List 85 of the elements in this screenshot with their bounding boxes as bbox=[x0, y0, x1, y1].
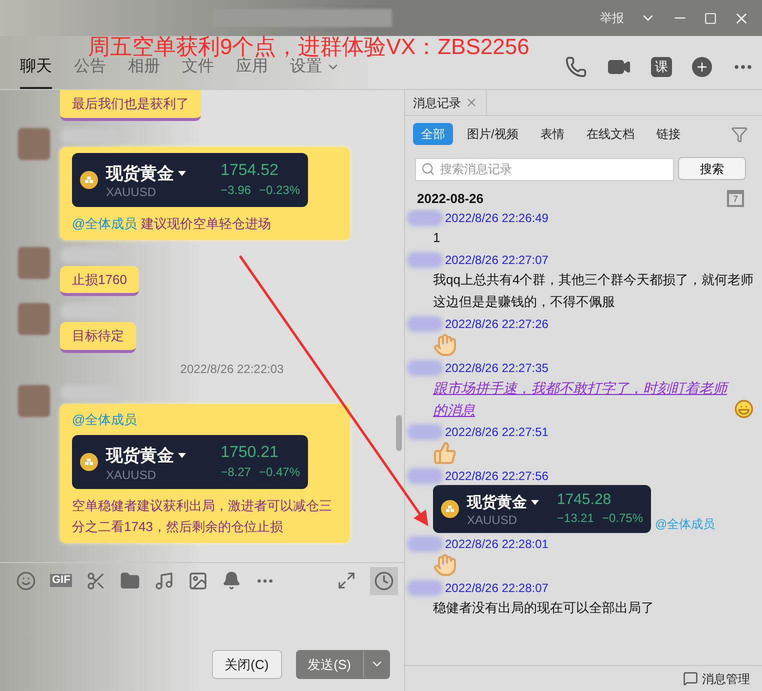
hand-sticker-icon bbox=[433, 553, 457, 578]
caret-icon bbox=[178, 170, 186, 176]
bell-icon[interactable] bbox=[222, 571, 242, 590]
record-time: 2022/8/26 22:27:07 bbox=[445, 252, 548, 268]
date-heading: 2022-08-26 bbox=[417, 190, 484, 208]
search-button[interactable]: 搜索 bbox=[678, 157, 746, 180]
close-icon[interactable] bbox=[465, 96, 478, 109]
percent-change: −0.47% bbox=[258, 464, 300, 481]
message-text: 空单稳健者建议获利出局，激进者可以减仓三分之二看1743，然后剩余的仓位止损 bbox=[72, 498, 332, 534]
add-icon[interactable] bbox=[692, 57, 712, 77]
message-bubble: 最后我们也是获利了 bbox=[60, 90, 201, 120]
asset-name: 现货黄金 bbox=[106, 162, 174, 185]
blurred-name bbox=[407, 316, 443, 332]
blurred-name bbox=[407, 210, 443, 226]
message-text: 建议现价空单轻仓进场 bbox=[141, 216, 272, 230]
message-bubble: 止损1760 bbox=[60, 266, 139, 296]
message-bubble: 目标待定 bbox=[60, 322, 136, 352]
close-button[interactable]: 关闭(C) bbox=[212, 650, 282, 679]
search-field[interactable]: 搜索消息记录 bbox=[415, 158, 674, 180]
report-link[interactable]: 举报 bbox=[600, 9, 624, 27]
filter-tab[interactable]: 全部 bbox=[413, 123, 453, 145]
record-time: 2022/8/26 22:26:49 bbox=[445, 210, 548, 226]
message-manage-link[interactable]: 消息管理 bbox=[702, 670, 750, 688]
music-note-icon[interactable] bbox=[154, 570, 174, 590]
course-button[interactable]: 课 bbox=[651, 57, 672, 77]
asset-price: 1745.28 bbox=[556, 490, 612, 510]
emoji-icon[interactable] bbox=[16, 570, 36, 590]
price-change: −8.27 bbox=[220, 464, 251, 481]
coin-icon bbox=[80, 170, 98, 188]
blurred-name bbox=[407, 580, 443, 596]
percent-change: −0.23% bbox=[258, 182, 300, 198]
filter-tab[interactable]: 图片/视频 bbox=[459, 123, 526, 145]
mention-link[interactable]: @全体成员 bbox=[72, 410, 338, 429]
filter-tab[interactable]: 表情 bbox=[532, 123, 572, 145]
record-time: 2022/8/26 22:27:26 bbox=[445, 316, 548, 332]
blurred-name bbox=[407, 424, 443, 440]
blurred-name bbox=[407, 468, 443, 484]
blurred-name bbox=[407, 252, 443, 268]
history-button[interactable] bbox=[370, 566, 398, 594]
hand-sticker-icon bbox=[433, 332, 457, 356]
mention-link[interactable]: @全体成员 bbox=[72, 216, 138, 230]
asset-code: XAUUSD bbox=[467, 514, 518, 526]
calendar-button[interactable]: 7 bbox=[727, 190, 744, 208]
record-link[interactable]: 跟市场拼手速，我都不敢打字了，时刻盯着老师的消息 bbox=[433, 376, 730, 420]
maximize-icon[interactable] bbox=[704, 12, 717, 24]
record-text: 1 bbox=[433, 228, 442, 246]
send-button[interactable]: 发送(S) bbox=[296, 650, 390, 679]
scrollbar-thumb[interactable] bbox=[396, 415, 402, 451]
gif-button[interactable]: GIF bbox=[50, 574, 72, 588]
asset-price: 1754.52 bbox=[220, 160, 280, 180]
record-time: 2022/8/26 22:27:51 bbox=[445, 424, 548, 440]
asset-price: 1750.21 bbox=[220, 443, 280, 463]
grin-sticker-icon bbox=[734, 398, 754, 418]
message-icon[interactable] bbox=[683, 671, 698, 686]
blurred-name bbox=[407, 360, 443, 376]
filter-tab[interactable]: 链接 bbox=[648, 123, 688, 145]
coin-icon bbox=[80, 453, 98, 471]
coin-icon bbox=[441, 500, 459, 518]
folder-icon[interactable] bbox=[120, 570, 140, 590]
percent-change: −0.75% bbox=[602, 510, 643, 528]
message-time: 2022/8/26 22:22:03 bbox=[179, 360, 284, 378]
caret-icon bbox=[178, 453, 186, 459]
price-change: −13.21 bbox=[556, 510, 594, 528]
thumbs-up-sticker-icon bbox=[433, 440, 457, 464]
asset-code: XAUUSD bbox=[106, 468, 158, 481]
filter-tab[interactable]: 在线文档 bbox=[578, 123, 642, 145]
record-time: 2022/8/26 22:28:07 bbox=[445, 580, 548, 598]
image-icon[interactable] bbox=[188, 570, 208, 590]
asset-name: 现货黄金 bbox=[467, 492, 527, 513]
record-time: 2022/8/26 22:27:35 bbox=[445, 360, 548, 376]
record-text: 稳健者没有出局的现在可以全部出局了 bbox=[433, 599, 655, 618]
phone-icon[interactable] bbox=[565, 56, 587, 78]
price-change: −3.96 bbox=[220, 182, 251, 198]
history-tab[interactable]: 消息记录 bbox=[405, 90, 487, 115]
asset-name: 现货黄金 bbox=[106, 445, 174, 468]
expand-icon[interactable] bbox=[337, 571, 356, 590]
asset-code: XAUUSD bbox=[106, 186, 158, 198]
scissors-icon[interactable] bbox=[86, 570, 106, 590]
blurred-name bbox=[407, 536, 443, 552]
filter-icon[interactable] bbox=[731, 126, 748, 142]
record-time: 2022/8/26 22:28:01 bbox=[445, 536, 548, 554]
record-text: 我qq上总共有4个群，其他三个群今天都损了，就何老师这边但是是赚钱的，不得不佩服 bbox=[433, 270, 754, 310]
record-time: 2022/8/26 22:27:56 bbox=[445, 468, 548, 484]
search-icon bbox=[421, 162, 435, 176]
caret-icon bbox=[531, 500, 539, 506]
